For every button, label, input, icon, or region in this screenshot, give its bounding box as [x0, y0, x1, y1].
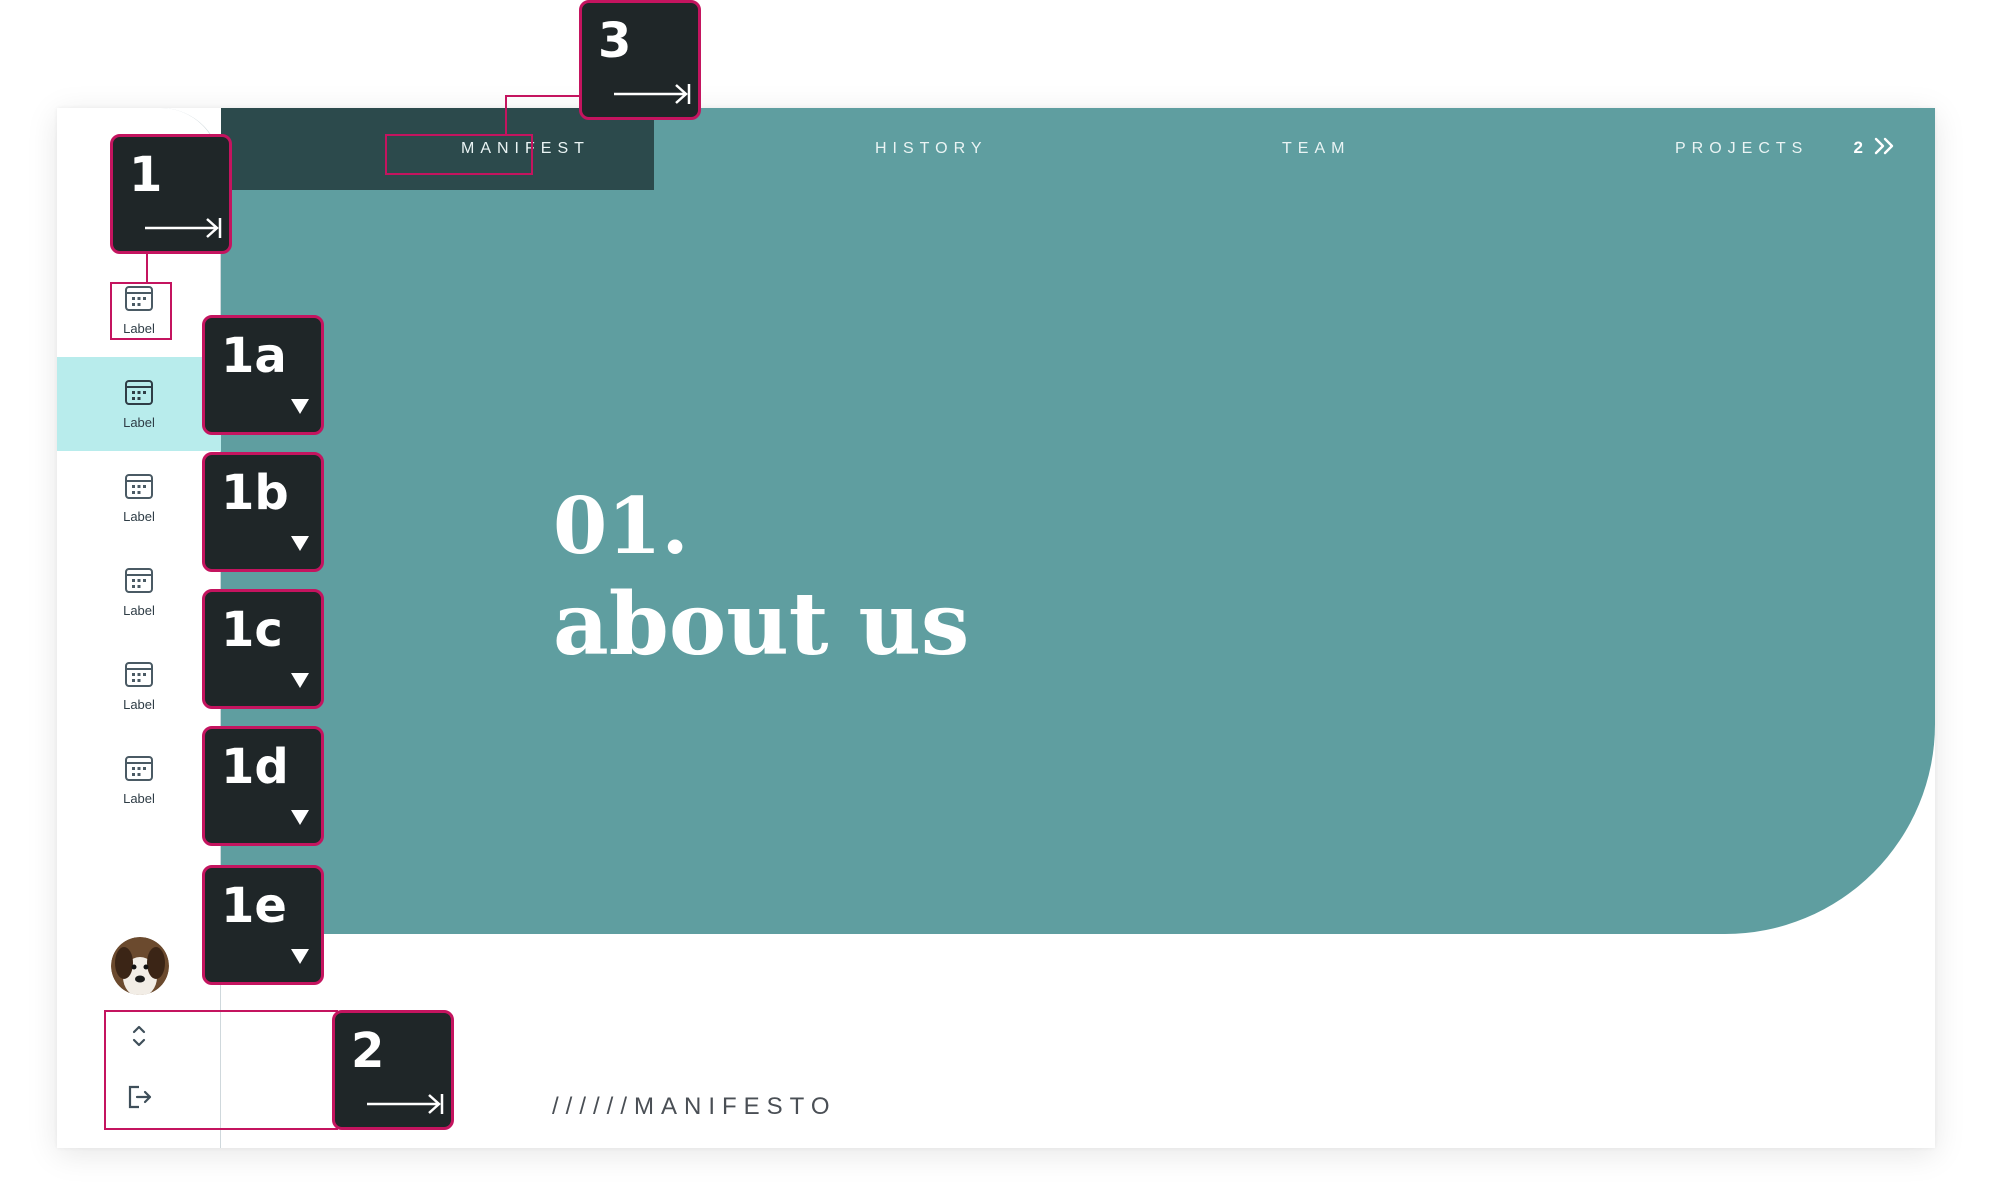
double-chevron-right-icon[interactable]	[1873, 136, 1895, 161]
badge-label: 1d	[221, 739, 289, 795]
annotation-badge-1b: 1b	[202, 452, 324, 572]
user-avatar[interactable]	[111, 937, 169, 995]
triangle-down-icon	[291, 949, 309, 964]
sidebar-item-6[interactable]: Label	[57, 733, 221, 827]
sidebar-item-label: Label	[123, 697, 155, 712]
annotation-badge-1e: 1e	[202, 865, 324, 985]
calendar-icon	[124, 660, 154, 693]
badge-label: 2	[351, 1023, 385, 1079]
calendar-icon	[124, 754, 154, 787]
section-heading: about us	[553, 574, 970, 675]
triangle-down-icon	[291, 810, 309, 825]
badge-label: 1a	[221, 328, 287, 384]
hero-panel	[221, 108, 1935, 934]
badge-label: 1c	[221, 602, 283, 658]
annotation-badge-1: 1	[110, 134, 232, 254]
highlight-sidebar-item	[110, 282, 172, 340]
sidebar-item-2[interactable]: Label	[57, 357, 221, 451]
annotation-badge-1d: 1d	[202, 726, 324, 846]
sidebar-item-label: Label	[123, 791, 155, 806]
triangle-down-icon	[291, 673, 309, 688]
connector-line	[146, 252, 148, 282]
annotation-badge-1a: 1a	[202, 315, 324, 435]
annotation-badge-1c: 1c	[202, 589, 324, 709]
triangle-down-icon	[291, 399, 309, 414]
badge-label: 1b	[221, 465, 289, 521]
sidebar-item-5[interactable]: Label	[57, 639, 221, 733]
highlight-sidebar-controls	[104, 1010, 338, 1130]
section-number: 01.	[553, 481, 689, 572]
connector-line	[505, 96, 507, 134]
badge-label: 1e	[221, 878, 287, 934]
annotation-badge-2: 2	[332, 1010, 454, 1130]
sidebar-item-4[interactable]: Label	[57, 545, 221, 639]
arrow-to-bar-icon	[367, 1094, 444, 1114]
sidebar-item-label: Label	[123, 415, 155, 430]
annotation-badge-3: 3	[579, 0, 701, 120]
sidebar: Label Label Label Label Label Label	[57, 108, 221, 1148]
calendar-icon	[124, 472, 154, 505]
arrow-to-bar-icon	[145, 218, 222, 238]
tab-projects[interactable]: PROJECTS	[1675, 137, 1808, 161]
highlight-manifest-tab	[385, 134, 533, 175]
hero-title: 01. about us	[553, 478, 969, 674]
page-number: 2	[1853, 138, 1863, 157]
tab-team[interactable]: TEAM	[1282, 137, 1350, 161]
badge-label: 3	[598, 13, 632, 69]
sidebar-item-label: Label	[123, 509, 155, 524]
tab-history[interactable]: HISTORY	[875, 137, 988, 161]
pager[interactable]: 2	[1854, 133, 1895, 163]
badge-label: 1	[129, 147, 163, 203]
calendar-icon	[124, 566, 154, 599]
footer-manifesto: //////MANIFESTO	[552, 1093, 837, 1120]
app-window: MANIFEST HISTORY TEAM PROJECTS 2 01. abo…	[57, 108, 1935, 1148]
triangle-down-icon	[291, 536, 309, 551]
connector-line	[505, 95, 583, 97]
calendar-icon	[124, 378, 154, 411]
sidebar-item-label: Label	[123, 603, 155, 618]
sidebar-item-3[interactable]: Label	[57, 451, 221, 545]
arrow-to-bar-icon	[614, 84, 691, 104]
